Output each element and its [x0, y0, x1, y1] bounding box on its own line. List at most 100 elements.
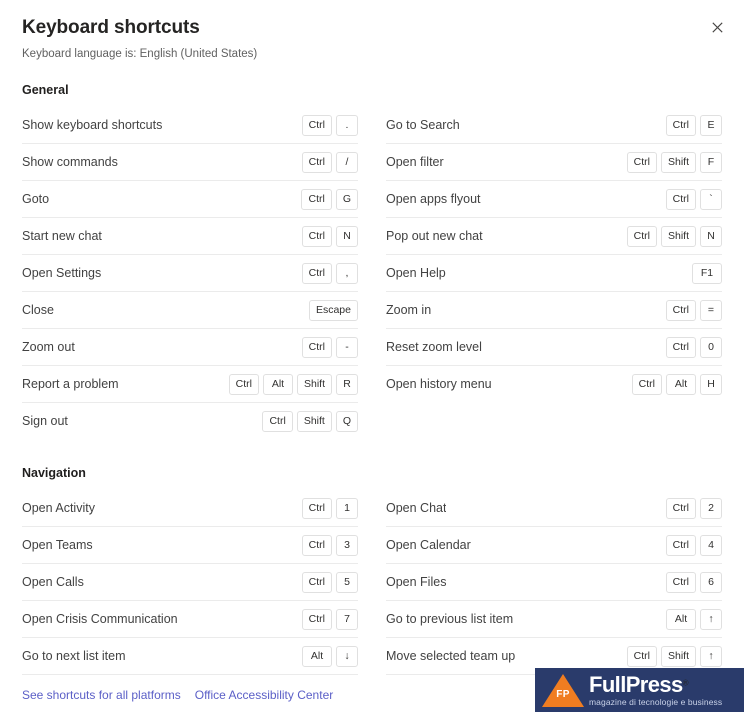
- column-right: Go to Search Ctrl E Open filter Ctrl Shift F Op…: [386, 107, 722, 439]
- key-cap: F1: [692, 262, 722, 284]
- shortcut-row: Open Files Ctrl 6: [386, 564, 722, 601]
- shortcut-row: Zoom in Ctrl =: [386, 292, 722, 329]
- shortcut-label: Go to next list item: [22, 648, 126, 663]
- key-cap: F: [700, 151, 722, 173]
- shortcut-keys: Ctrl 4: [665, 534, 722, 556]
- shortcut-label: Open Calendar: [386, 537, 471, 552]
- key-cap: ↑: [700, 645, 722, 667]
- shortcut-keys: Ctrl.: [301, 114, 358, 136]
- key-cap: ↓: [336, 645, 358, 667]
- shortcut-row: Report a problem Ctrl Alt Shift R: [22, 366, 358, 403]
- section-title-navigation: Navigation: [22, 466, 86, 480]
- shortcut-keys: Ctrl 2: [665, 497, 722, 519]
- shortcut-keys: Ctrl 0: [665, 336, 722, 358]
- key-cap: Ctrl: [626, 151, 657, 173]
- fullpress-logo-badge: FP: [539, 670, 587, 710]
- key-cap: 1: [336, 497, 358, 519]
- shortcut-label: Open filter: [386, 154, 444, 169]
- shortcut-keys: Ctrl E: [665, 114, 722, 136]
- shortcut-keys: Ctrl /: [301, 151, 358, 173]
- shortcut-keys: Ctrl G: [301, 188, 358, 210]
- shortcut-keys: Ctrl,: [301, 262, 358, 284]
- shortcut-keys: Ctrl Shift N: [626, 225, 722, 247]
- key-cap: Ctrl: [626, 645, 657, 667]
- section-general: General Show keyboard shortcuts Ctrl. Show …: [0, 62, 744, 439]
- key-cap: 3: [336, 534, 358, 556]
- shortcut-row: Pop out new chat Ctrl Shift N: [386, 218, 722, 255]
- key-cap: Shift: [660, 151, 696, 173]
- shortcut-keys: Escape: [308, 299, 358, 321]
- shortcut-row: Sign out Ctrl Shift Q: [22, 403, 358, 439]
- key-cap: Ctrl: [301, 608, 332, 630]
- key-cap: /: [336, 151, 358, 173]
- shortcuts-sections: General Show keyboard shortcuts Ctrl. Show …: [0, 62, 744, 711]
- key-cap: Alt: [262, 373, 293, 395]
- key-cap: Ctrl: [665, 571, 696, 593]
- shortcut-keys: Ctrl Shift F: [626, 151, 722, 173]
- shortcut-row: Open Settings Ctrl,: [22, 255, 358, 292]
- key-cap: Ctrl: [301, 571, 332, 593]
- link-office-accessibility-center[interactable]: Office Accessibility Center: [195, 687, 334, 703]
- shortcut-label: Goto: [22, 191, 50, 206]
- close-button[interactable]: [704, 14, 730, 40]
- key-cap: ↑: [700, 608, 722, 630]
- key-cap: -: [336, 336, 358, 358]
- section-title-general: General: [22, 83, 69, 97]
- shortcut-row: Go to Search Ctrl E: [386, 107, 722, 144]
- shortcut-keys: Ctrl 5: [301, 571, 358, 593]
- key-cap: Ctrl: [301, 497, 332, 519]
- key-cap: Shift: [660, 645, 696, 667]
- key-cap: G: [335, 188, 358, 210]
- registered-mark: ®: [682, 678, 689, 688]
- shortcut-label: Open Help: [386, 265, 446, 280]
- key-cap: 7: [336, 608, 358, 630]
- shortcut-label: Open Settings: [22, 265, 102, 280]
- shortcut-label: Report a problem: [22, 376, 119, 391]
- link-see-shortcuts-all-platforms[interactable]: See shortcuts for all platforms: [22, 687, 181, 703]
- shortcut-keys: Ctrl 1: [301, 497, 358, 519]
- shortcut-label: Open Chat: [386, 500, 447, 515]
- shortcut-keys: Ctrl -: [301, 336, 358, 358]
- fullpress-tagline: magazine di tecnologie e business: [589, 696, 723, 707]
- key-cap: Ctrl: [301, 188, 332, 210]
- shortcut-label: Open Activity: [22, 500, 95, 515]
- shortcut-label: Show commands: [22, 154, 118, 169]
- key-cap: Shift: [296, 410, 332, 432]
- shortcut-row: Open Teams Ctrl 3: [22, 527, 358, 564]
- key-cap: N: [336, 225, 358, 247]
- key-cap: 2: [700, 497, 722, 519]
- close-icon: [711, 21, 723, 33]
- shortcut-row: Open Activity Ctrl 1: [22, 490, 358, 527]
- key-cap: 6: [700, 571, 722, 593]
- shortcut-row: Show commands Ctrl /: [22, 144, 358, 181]
- key-cap: Alt: [666, 373, 696, 395]
- shortcut-keys: Alt ↓: [302, 645, 358, 667]
- shortcut-row: Open Chat Ctrl 2: [386, 490, 722, 527]
- key-cap: N: [700, 225, 722, 247]
- shortcut-keys: Ctrl Alt Shift R: [228, 373, 358, 395]
- key-cap: 0: [700, 336, 722, 358]
- key-cap: Ctrl: [631, 373, 662, 395]
- shortcut-row: Close Escape: [22, 292, 358, 329]
- key-cap: Escape: [308, 299, 358, 321]
- key-cap: Ctrl: [262, 410, 293, 432]
- shortcut-row: Zoom out Ctrl -: [22, 329, 358, 366]
- shortcut-label: Open Calls: [22, 574, 84, 589]
- key-cap: Alt: [302, 645, 332, 667]
- key-cap: Ctrl: [301, 151, 332, 173]
- key-cap: Ctrl: [301, 114, 332, 136]
- key-cap: Alt: [666, 608, 696, 630]
- shortcut-label: Go to previous list item: [386, 611, 514, 626]
- key-cap: E: [700, 114, 722, 136]
- key-cap: Ctrl: [665, 188, 696, 210]
- key-cap: 5: [336, 571, 358, 593]
- shortcut-label: Open apps flyout: [386, 191, 481, 206]
- section-columns: Show keyboard shortcuts Ctrl. Show command…: [22, 107, 722, 439]
- shortcut-row: Open apps flyout Ctrl `: [386, 181, 722, 218]
- shortcut-keys: Ctrl 7: [301, 608, 358, 630]
- shortcut-label: Open Crisis Communication: [22, 611, 178, 626]
- shortcut-keys: Ctrl 6: [665, 571, 722, 593]
- column-left: Show keyboard shortcuts Ctrl. Show command…: [22, 107, 358, 439]
- shortcut-label: Reset zoom level: [386, 339, 482, 354]
- shortcut-row: Reset zoom level Ctrl 0: [386, 329, 722, 366]
